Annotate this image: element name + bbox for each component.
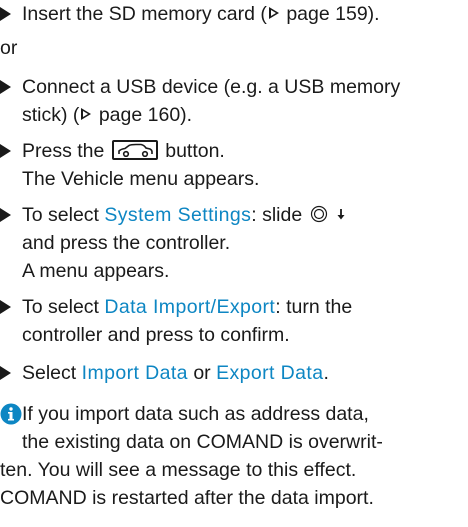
step-text-part: To select (22, 296, 105, 318)
menu-term-data-import-export: Data Import/Export (104, 296, 276, 318)
note-line: the existing data on COMAND is overwrit- (22, 431, 383, 453)
step-result: The Vehicle menu appears. (22, 168, 260, 190)
step-press-vehicle-button: Press the button. The Vehicle menu appea… (0, 137, 466, 193)
note-text: If you import data such as address data,… (22, 400, 466, 456)
action-triangle-icon (0, 144, 11, 158)
step-text: Press the button. The Vehicle menu appea… (22, 137, 466, 193)
vehicle-button-icon (111, 139, 158, 160)
step-result: A menu appears. (22, 260, 170, 282)
action-triangle-icon (0, 80, 11, 94)
note-line: ten. You will see a message to this effe… (0, 459, 357, 481)
step-text: Select Import Data or Export Data. (22, 359, 466, 387)
step-text: Insert the SD memory card ( page 159). (22, 0, 466, 28)
info-icon (0, 403, 22, 425)
page-reference-icon (268, 7, 279, 20)
step-text-part: ). (180, 104, 193, 126)
slide-down-arrow-icon (337, 208, 345, 220)
action-triangle-icon (0, 208, 11, 222)
step-connect-usb: Connect a USB device (e.g. a USB memory … (0, 73, 466, 129)
manual-page: Insert the SD memory card ( page 159). o… (0, 0, 468, 527)
step-text-part: button. (165, 140, 225, 162)
step-text-part: stick) ( (22, 104, 80, 126)
page-reference-icon (81, 108, 92, 121)
menu-term-system-settings: System Settings (104, 204, 252, 226)
note-line: COMAND is restarted after the data impor… (0, 487, 374, 509)
step-text-part: ). (367, 3, 380, 25)
step-select-data-import-export: To select Data Import/Export: turn the c… (0, 293, 466, 349)
step-text-part: To select (22, 204, 105, 226)
action-triangle-icon (0, 300, 11, 314)
step-text-part: Select (22, 362, 82, 384)
step-text-part: : turn the (275, 296, 353, 318)
step-text: Connect a USB device (e.g. a USB memory … (22, 73, 466, 129)
step-text-part: or (187, 362, 217, 384)
step-text-line: and press the controller. (22, 232, 231, 254)
controller-icon (310, 205, 327, 222)
step-insert-sd-card: Insert the SD memory card ( page 159). (0, 0, 466, 28)
or-separator: or (0, 37, 18, 59)
step-text: To select Data Import/Export: turn the c… (22, 293, 466, 349)
note-line: If you import data such as address data, (22, 403, 369, 425)
step-text-line: Connect a USB device (e.g. a USB memory (22, 76, 401, 98)
page-reference: page 159 (286, 3, 368, 25)
menu-term-export-data: Export Data (216, 362, 324, 384)
step-text-part: : slide (251, 204, 303, 226)
step-text-line: controller and press to confirm. (22, 324, 290, 346)
menu-term-import-data: Import Data (81, 362, 188, 384)
step-text-part: Insert the SD memory card ( (22, 3, 267, 25)
step-text-part: Press the (22, 140, 105, 162)
step-select-import-or-export: Select Import Data or Export Data. (0, 359, 466, 387)
step-text: To select System Settings: slide and pre… (22, 201, 466, 285)
step-select-system-settings: To select System Settings: slide and pre… (0, 201, 466, 285)
info-note: If you import data such as address data,… (0, 400, 466, 512)
step-text-part: . (323, 362, 329, 384)
page-reference: page 160 (98, 104, 181, 126)
action-triangle-icon (0, 7, 11, 21)
action-triangle-icon (0, 366, 11, 380)
